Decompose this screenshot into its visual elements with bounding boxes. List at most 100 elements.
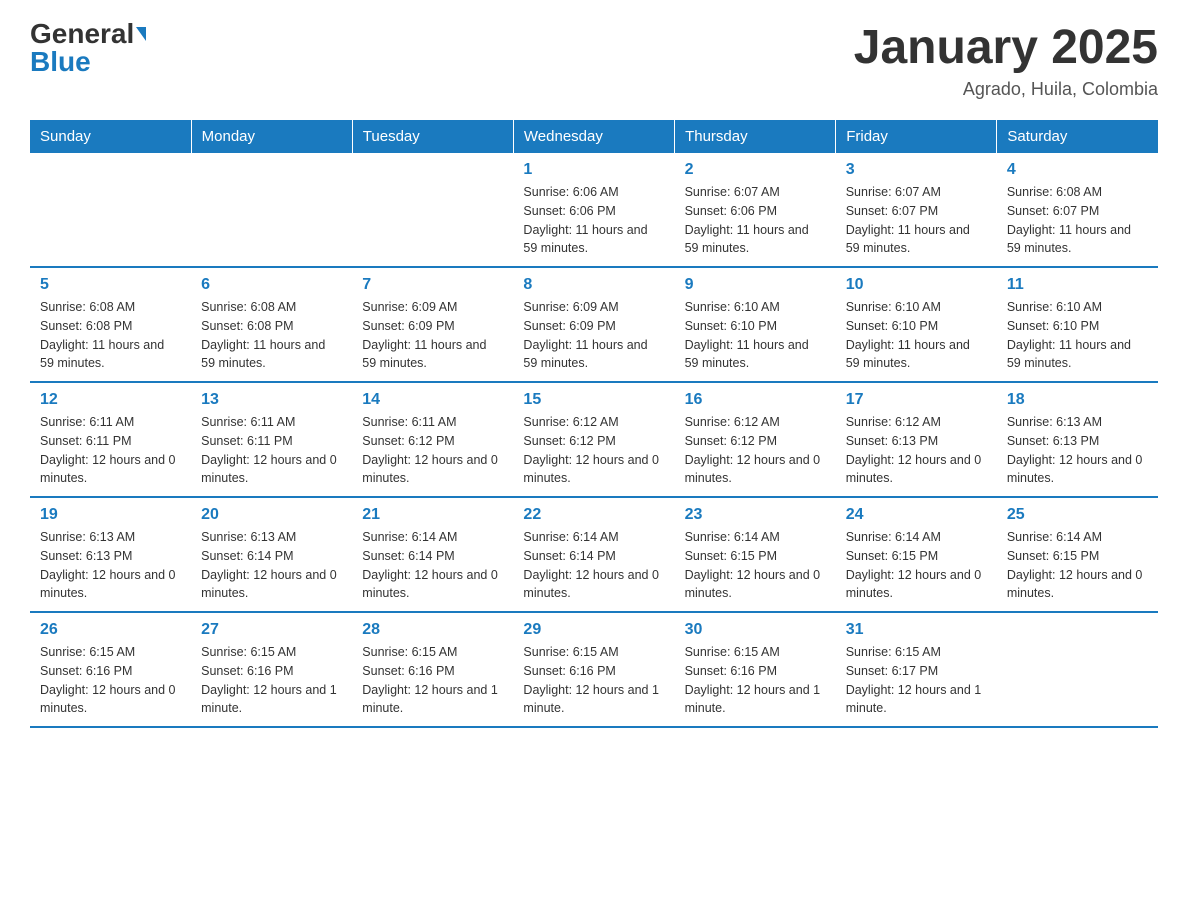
day-number: 1 — [523, 161, 664, 179]
day-number: 31 — [846, 621, 987, 639]
day-number: 17 — [846, 391, 987, 409]
calendar-cell: 15Sunrise: 6:12 AM Sunset: 6:12 PM Dayli… — [513, 382, 674, 497]
day-info: Sunrise: 6:10 AM Sunset: 6:10 PM Dayligh… — [685, 298, 826, 373]
calendar-cell: 29 Sunrise: 6:15 AM Sunset: 6:16 PM Dayli… — [513, 612, 674, 727]
day-info: Sunrise: 6:12 AM Sunset: 6:12 PM Dayligh… — [523, 413, 664, 488]
calendar-cell: 28 Sunrise: 6:15 AM Sunset: 6:16 PM Dayli… — [352, 612, 513, 727]
month-title: January 2025 — [854, 20, 1158, 75]
calendar-cell: 2 Sunrise: 6:07 AM Sunset: 6:06 PM Daylig… — [675, 153, 836, 267]
day-info: Sunrise: 6:07 AM Sunset: 6:06 PM Dayligh… — [685, 183, 826, 258]
calendar-cell: 23 Sunrise: 6:14 AM Sunset: 6:15 PM Dayli… — [675, 497, 836, 612]
day-info: Sunrise: 6:09 AM Sunset: 6:09 PM Dayligh… — [523, 298, 664, 373]
day-number: 16 — [685, 391, 826, 409]
day-info: Sunrise: 6:10 AM Sunset: 6:10 PM Dayligh… — [846, 298, 987, 373]
day-info: Sunrise: 6:15 AM Sunset: 6:16 PM Dayligh… — [523, 643, 664, 718]
day-number: 5 — [40, 276, 181, 294]
day-info: Sunrise: 6:13 AM Sunset: 6:14 PM Dayligh… — [201, 528, 342, 603]
calendar-cell — [997, 612, 1158, 727]
calendar-cell: 10 Sunrise: 6:10 AM Sunset: 6:10 PM Dayli… — [836, 267, 997, 382]
day-number: 2 — [685, 161, 826, 179]
calendar-body: 1 Sunrise: 6:06 AM Sunset: 6:06 PM Daylig… — [30, 153, 1158, 727]
calendar-cell: 27Sunrise: 6:15 AM Sunset: 6:16 PM Dayli… — [191, 612, 352, 727]
day-info: Sunrise: 6:11 AM Sunset: 6:11 PM Dayligh… — [40, 413, 181, 488]
day-number: 23 — [685, 506, 826, 524]
col-tuesday: Tuesday — [352, 120, 513, 153]
calendar-cell: 13 Sunrise: 6:11 AM Sunset: 6:11 PM Dayli… — [191, 382, 352, 497]
calendar-week-0: 1 Sunrise: 6:06 AM Sunset: 6:06 PM Daylig… — [30, 153, 1158, 267]
day-number: 26 — [40, 621, 181, 639]
col-saturday: Saturday — [997, 120, 1158, 153]
day-number: 18 — [1007, 391, 1148, 409]
day-info: Sunrise: 6:13 AM Sunset: 6:13 PM Dayligh… — [40, 528, 181, 603]
day-info: Sunrise: 6:08 AM Sunset: 6:08 PM Dayligh… — [40, 298, 181, 373]
calendar-cell: 17 Sunrise: 6:12 AM Sunset: 6:13 PM Dayli… — [836, 382, 997, 497]
day-number: 29 — [523, 621, 664, 639]
day-number: 7 — [362, 276, 503, 294]
day-info: Sunrise: 6:11 AM Sunset: 6:12 PM Dayligh… — [362, 413, 503, 488]
calendar-cell: 26Sunrise: 6:15 AM Sunset: 6:16 PM Dayli… — [30, 612, 191, 727]
calendar-cell: 25Sunrise: 6:14 AM Sunset: 6:15 PM Dayli… — [997, 497, 1158, 612]
calendar-cell: 16 Sunrise: 6:12 AM Sunset: 6:12 PM Dayli… — [675, 382, 836, 497]
day-info: Sunrise: 6:07 AM Sunset: 6:07 PM Dayligh… — [846, 183, 987, 258]
day-number: 27 — [201, 621, 342, 639]
day-number: 9 — [685, 276, 826, 294]
day-number: 14 — [362, 391, 503, 409]
day-info: Sunrise: 6:10 AM Sunset: 6:10 PM Dayligh… — [1007, 298, 1148, 373]
day-number: 8 — [523, 276, 664, 294]
day-info: Sunrise: 6:11 AM Sunset: 6:11 PM Dayligh… — [201, 413, 342, 488]
calendar-cell: 5 Sunrise: 6:08 AM Sunset: 6:08 PM Daylig… — [30, 267, 191, 382]
day-number: 30 — [685, 621, 826, 639]
day-info: Sunrise: 6:14 AM Sunset: 6:14 PM Dayligh… — [523, 528, 664, 603]
day-number: 22 — [523, 506, 664, 524]
day-info: Sunrise: 6:12 AM Sunset: 6:13 PM Dayligh… — [846, 413, 987, 488]
calendar-cell — [352, 153, 513, 267]
location-label: Agrado, Huila, Colombia — [854, 79, 1158, 100]
day-number: 25 — [1007, 506, 1148, 524]
calendar-cell: 4 Sunrise: 6:08 AM Sunset: 6:07 PM Daylig… — [997, 153, 1158, 267]
day-number: 19 — [40, 506, 181, 524]
day-number: 13 — [201, 391, 342, 409]
calendar-cell: 8 Sunrise: 6:09 AM Sunset: 6:09 PM Daylig… — [513, 267, 674, 382]
calendar-cell: 22 Sunrise: 6:14 AM Sunset: 6:14 PM Dayli… — [513, 497, 674, 612]
calendar-cell: 1 Sunrise: 6:06 AM Sunset: 6:06 PM Daylig… — [513, 153, 674, 267]
day-number: 21 — [362, 506, 503, 524]
day-info: Sunrise: 6:08 AM Sunset: 6:08 PM Dayligh… — [201, 298, 342, 373]
day-number: 10 — [846, 276, 987, 294]
calendar-cell: 11 Sunrise: 6:10 AM Sunset: 6:10 PM Dayli… — [997, 267, 1158, 382]
calendar-table: Sunday Monday Tuesday Wednesday Thursday… — [30, 120, 1158, 728]
day-info: Sunrise: 6:12 AM Sunset: 6:12 PM Dayligh… — [685, 413, 826, 488]
calendar-header: Sunday Monday Tuesday Wednesday Thursday… — [30, 120, 1158, 153]
day-info: Sunrise: 6:14 AM Sunset: 6:15 PM Dayligh… — [685, 528, 826, 603]
logo-arrow-icon — [136, 27, 146, 41]
calendar-cell: 30 Sunrise: 6:15 AM Sunset: 6:16 PM Dayli… — [675, 612, 836, 727]
calendar-week-1: 5 Sunrise: 6:08 AM Sunset: 6:08 PM Daylig… — [30, 267, 1158, 382]
calendar-cell: 20 Sunrise: 6:13 AM Sunset: 6:14 PM Dayli… — [191, 497, 352, 612]
calendar-cell: 14 Sunrise: 6:11 AM Sunset: 6:12 PM Dayli… — [352, 382, 513, 497]
day-number: 11 — [1007, 276, 1148, 294]
day-info: Sunrise: 6:14 AM Sunset: 6:15 PM Dayligh… — [846, 528, 987, 603]
calendar-cell: 12Sunrise: 6:11 AM Sunset: 6:11 PM Dayli… — [30, 382, 191, 497]
day-number: 28 — [362, 621, 503, 639]
day-info: Sunrise: 6:09 AM Sunset: 6:09 PM Dayligh… — [362, 298, 503, 373]
calendar-cell: 9 Sunrise: 6:10 AM Sunset: 6:10 PM Daylig… — [675, 267, 836, 382]
logo-general-text: General — [30, 20, 134, 48]
day-info: Sunrise: 6:15 AM Sunset: 6:16 PM Dayligh… — [362, 643, 503, 718]
day-info: Sunrise: 6:14 AM Sunset: 6:14 PM Dayligh… — [362, 528, 503, 603]
calendar-cell: 31 Sunrise: 6:15 AM Sunset: 6:17 PM Dayli… — [836, 612, 997, 727]
day-info: Sunrise: 6:15 AM Sunset: 6:16 PM Dayligh… — [685, 643, 826, 718]
calendar-cell: 19 Sunrise: 6:13 AM Sunset: 6:13 PM Dayli… — [30, 497, 191, 612]
logo-blue-text: Blue — [30, 48, 91, 76]
day-info: Sunrise: 6:06 AM Sunset: 6:06 PM Dayligh… — [523, 183, 664, 258]
day-info: Sunrise: 6:13 AM Sunset: 6:13 PM Dayligh… — [1007, 413, 1148, 488]
calendar-week-2: 12Sunrise: 6:11 AM Sunset: 6:11 PM Dayli… — [30, 382, 1158, 497]
col-thursday: Thursday — [675, 120, 836, 153]
days-header-row: Sunday Monday Tuesday Wednesday Thursday… — [30, 120, 1158, 153]
calendar-cell — [30, 153, 191, 267]
day-number: 20 — [201, 506, 342, 524]
calendar-cell: 3Sunrise: 6:07 AM Sunset: 6:07 PM Daylig… — [836, 153, 997, 267]
calendar-cell: 6Sunrise: 6:08 AM Sunset: 6:08 PM Daylig… — [191, 267, 352, 382]
title-section: January 2025 Agrado, Huila, Colombia — [854, 20, 1158, 100]
day-info: Sunrise: 6:08 AM Sunset: 6:07 PM Dayligh… — [1007, 183, 1148, 258]
day-number: 4 — [1007, 161, 1148, 179]
day-info: Sunrise: 6:15 AM Sunset: 6:17 PM Dayligh… — [846, 643, 987, 718]
